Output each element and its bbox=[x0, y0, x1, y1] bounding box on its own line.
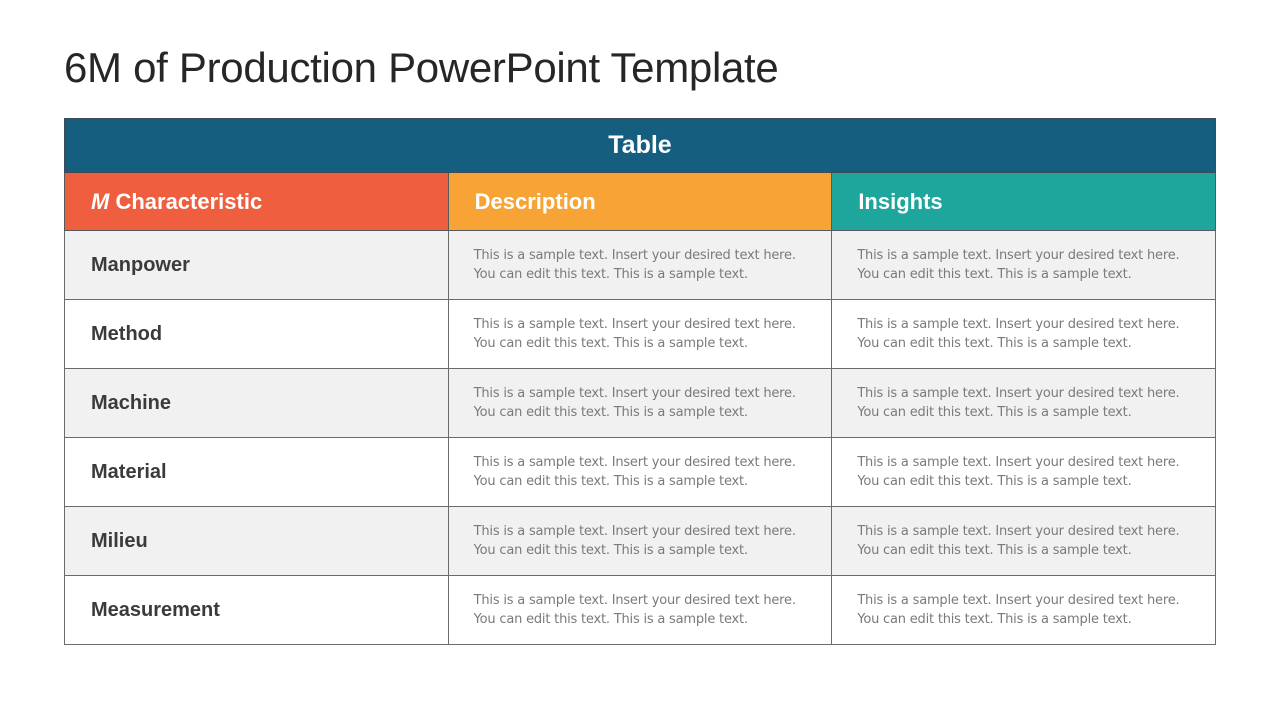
row-name: Milieu bbox=[64, 506, 449, 576]
description-line: You can edit this text. This is a sample… bbox=[473, 543, 748, 558]
six-m-table: Table M Characteristic Description Insig… bbox=[64, 118, 1216, 645]
table-row: Milieu This is a sample text. Insert you… bbox=[64, 506, 1216, 576]
row-description: This is a sample text. Insert your desir… bbox=[447, 230, 833, 300]
insights-line: You can edit this text. This is a sample… bbox=[857, 474, 1132, 489]
row-insights: This is a sample text. Insert your desir… bbox=[831, 506, 1216, 576]
row-description: This is a sample text. Insert your desir… bbox=[447, 437, 833, 507]
insights-line: This is a sample text. Insert your desir… bbox=[857, 386, 1180, 401]
row-description: This is a sample text. Insert your desir… bbox=[447, 506, 833, 576]
row-name: Material bbox=[64, 437, 449, 507]
row-insights: This is a sample text. Insert your desir… bbox=[831, 437, 1216, 507]
description-line: This is a sample text. Insert your desir… bbox=[473, 248, 796, 263]
insights-line: You can edit this text. This is a sample… bbox=[857, 543, 1132, 558]
row-name: Method bbox=[64, 299, 449, 369]
table-row: Method This is a sample text. Insert you… bbox=[64, 299, 1216, 369]
row-description: This is a sample text. Insert your desir… bbox=[447, 575, 833, 645]
slide-title: 6M of Production PowerPoint Template bbox=[64, 44, 779, 91]
insights-line: This is a sample text. Insert your desir… bbox=[857, 455, 1180, 470]
description-line: You can edit this text. This is a sample… bbox=[473, 336, 748, 351]
row-name: Measurement bbox=[64, 575, 449, 645]
table-row: Machine This is a sample text. Insert yo… bbox=[64, 368, 1216, 438]
insights-line: You can edit this text. This is a sample… bbox=[857, 267, 1132, 282]
insights-line: You can edit this text. This is a sample… bbox=[857, 612, 1132, 627]
insights-line: This is a sample text. Insert your desir… bbox=[857, 524, 1180, 539]
table-row: Material This is a sample text. Insert y… bbox=[64, 437, 1216, 507]
description-line: This is a sample text. Insert your desir… bbox=[473, 455, 796, 470]
header-description: Description bbox=[447, 172, 833, 231]
row-insights: This is a sample text. Insert your desir… bbox=[831, 575, 1216, 645]
description-line: You can edit this text. This is a sample… bbox=[473, 612, 748, 627]
row-name: Manpower bbox=[64, 230, 449, 300]
description-line: This is a sample text. Insert your desir… bbox=[473, 593, 796, 608]
insights-line: This is a sample text. Insert your desir… bbox=[857, 593, 1180, 608]
table-row: Manpower This is a sample text. Insert y… bbox=[64, 230, 1216, 300]
insights-line: This is a sample text. Insert your desir… bbox=[857, 248, 1180, 263]
description-line: This is a sample text. Insert your desir… bbox=[473, 317, 796, 332]
header-insights: Insights bbox=[831, 172, 1216, 231]
insights-line: This is a sample text. Insert your desir… bbox=[857, 317, 1180, 332]
description-line: You can edit this text. This is a sample… bbox=[473, 474, 748, 489]
row-name: Machine bbox=[64, 368, 449, 438]
insights-line: You can edit this text. This is a sample… bbox=[857, 405, 1132, 420]
header-characteristic-label: Characteristic bbox=[109, 188, 263, 214]
description-line: You can edit this text. This is a sample… bbox=[473, 405, 748, 420]
row-insights: This is a sample text. Insert your desir… bbox=[831, 299, 1216, 369]
row-description: This is a sample text. Insert your desir… bbox=[447, 368, 833, 438]
row-description: This is a sample text. Insert your desir… bbox=[447, 299, 833, 369]
table-banner: Table bbox=[64, 118, 1216, 173]
row-insights: This is a sample text. Insert your desir… bbox=[831, 368, 1216, 438]
insights-line: You can edit this text. This is a sample… bbox=[857, 336, 1132, 351]
header-m-prefix: M bbox=[91, 188, 110, 214]
description-line: This is a sample text. Insert your desir… bbox=[473, 386, 796, 401]
description-line: You can edit this text. This is a sample… bbox=[473, 267, 748, 282]
description-line: This is a sample text. Insert your desir… bbox=[473, 524, 796, 539]
table-row: Measurement This is a sample text. Inser… bbox=[64, 575, 1216, 645]
row-insights: This is a sample text. Insert your desir… bbox=[831, 230, 1216, 300]
header-m-characteristic: M Characteristic bbox=[64, 172, 449, 231]
